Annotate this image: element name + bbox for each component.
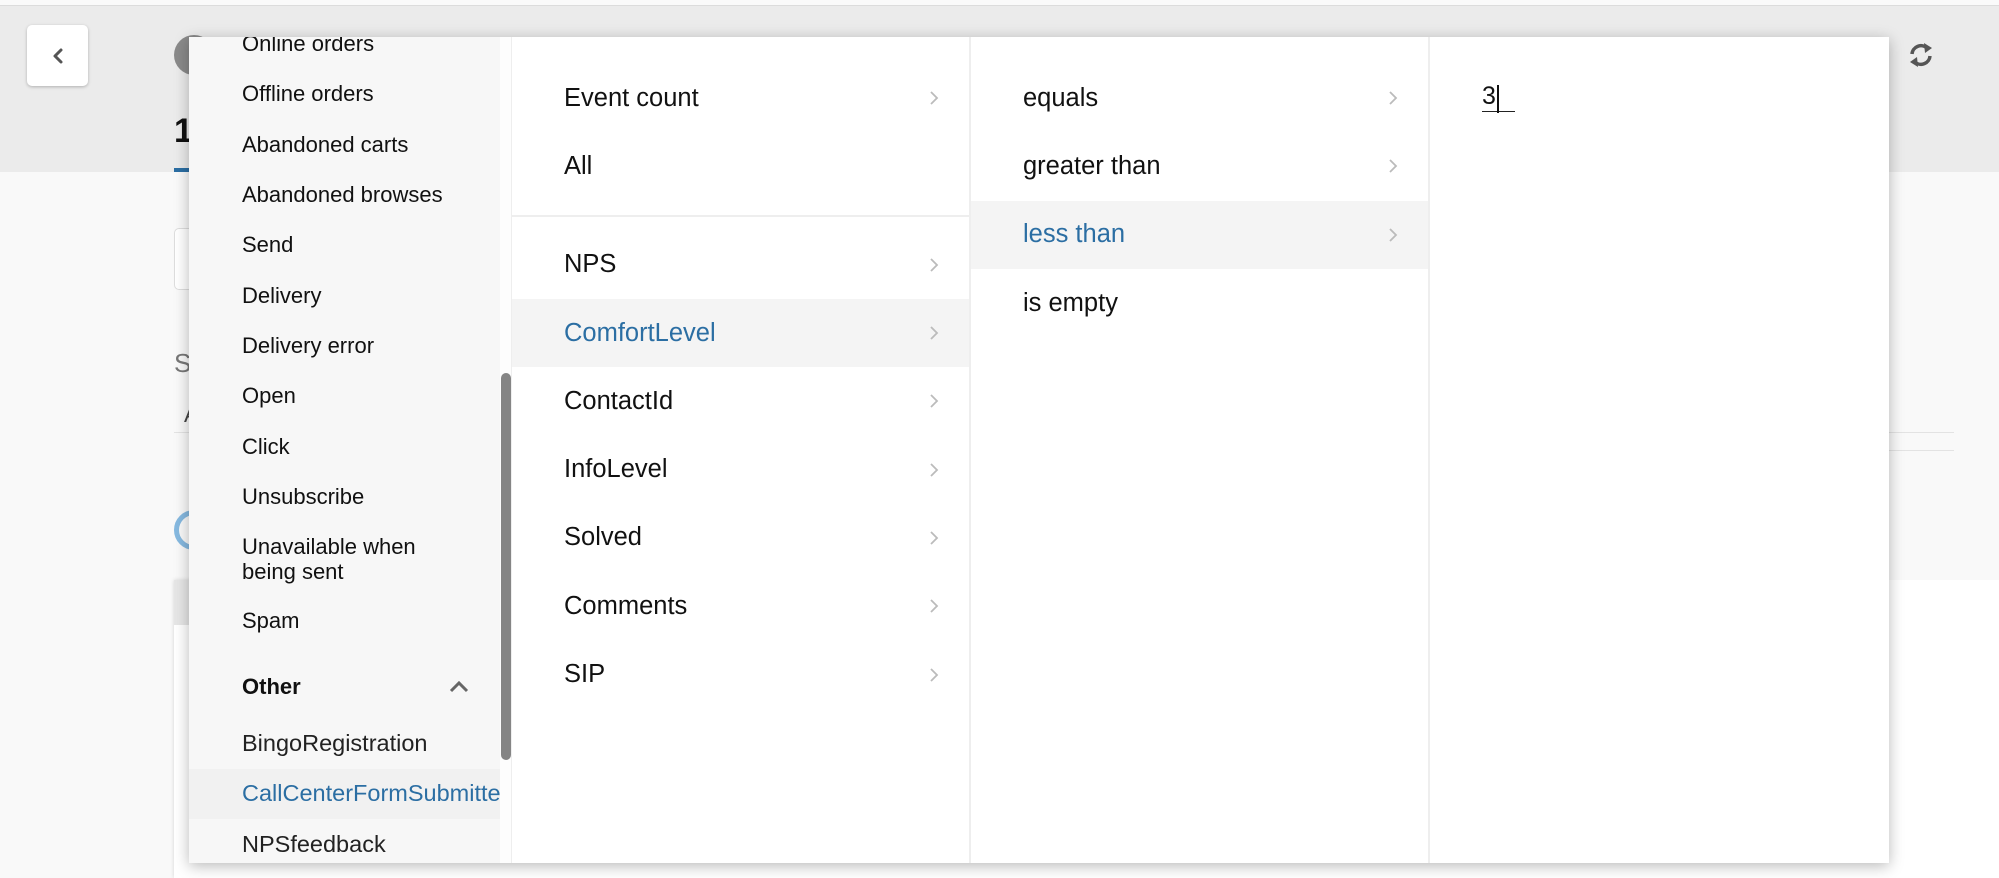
operator-label: is empty [1023,288,1118,317]
events-column: Online orders Offline orders Abandoned c… [189,37,500,863]
value-column [1430,37,1889,863]
chevron-right-icon [930,599,939,613]
events-scrollbar[interactable] [500,37,512,863]
operator-label: equals [1023,83,1099,112]
event-item[interactable]: Abandoned browses [189,170,500,220]
field-item[interactable]: ContactId [512,367,969,435]
event-item[interactable]: Abandoned carts [189,120,500,170]
field-label: NPS [564,250,617,279]
event-item[interactable]: Unavailable when being sent [189,522,500,596]
custom-event-item[interactable]: NPSfeedback [189,819,500,863]
field-item[interactable]: NPS [512,231,969,299]
event-group-label: Other [242,674,301,700]
field-item[interactable]: Comments [512,572,969,640]
condition-value-input[interactable] [1482,80,1515,112]
refresh-icon[interactable] [1907,41,1935,69]
field-item-selected[interactable]: ComfortLevel [512,298,969,368]
event-item[interactable]: Online orders [189,37,500,69]
fields-divider [512,214,969,217]
chevron-up-icon[interactable] [448,680,470,694]
event-item[interactable]: Delivery [189,270,500,320]
back-button[interactable] [27,25,88,86]
operator-label: greater than [1023,151,1161,180]
field-label: ContactId [564,386,674,415]
event-item[interactable]: Delivery error [189,321,500,371]
field-label: SIP [564,660,606,689]
operator-label: less than [1023,220,1126,249]
chevron-right-icon [930,91,939,105]
operator-item[interactable]: greater than [971,132,1428,200]
condition-picker-dropdown: Online orders Offline orders Abandoned c… [189,37,1889,863]
text-caret [1497,85,1499,113]
operators-column: equals greater than less than is empty [971,37,1430,863]
chevron-right-icon [1389,228,1398,242]
event-item[interactable]: Send [189,220,500,270]
fields-column: Event count All NPS ComfortLevel Contact… [512,37,971,863]
field-label: All [564,151,593,180]
chevron-right-icon [1389,91,1398,105]
custom-event-item-selected[interactable]: CallCenterFormSubmitted [189,768,500,819]
custom-event-item[interactable]: BingoRegistration [189,718,500,768]
field-item-event-count[interactable]: Event count [512,64,969,132]
chevron-right-icon [1389,159,1398,174]
operator-item[interactable]: is empty [971,269,1428,337]
chevron-right-icon [930,462,939,477]
operator-item-selected[interactable]: less than [971,200,1428,269]
chevron-right-icon [930,394,939,408]
field-item-all[interactable]: All [512,132,969,200]
chevron-right-icon [930,667,939,682]
event-item[interactable]: Spam [189,596,500,646]
event-item[interactable]: Click [189,421,500,471]
field-item[interactable]: Solved [512,504,969,572]
field-label: Comments [564,591,688,620]
event-item[interactable]: Offline orders [189,69,500,119]
field-item[interactable]: InfoLevel [512,435,969,503]
operator-item[interactable]: equals [971,64,1428,132]
chevron-right-icon [930,258,939,272]
chevron-right-icon [930,531,939,545]
field-label: Event count [564,83,699,112]
chevron-right-icon [930,326,939,340]
scrollbar-thumb[interactable] [501,373,511,760]
section-divider-right [1889,450,1954,451]
event-item[interactable]: Unsubscribe [189,472,500,522]
chevron-left-icon [53,48,62,63]
field-label: InfoLevel [564,455,668,484]
field-label: Solved [564,523,642,552]
field-label: ComfortLevel [564,318,716,347]
field-item[interactable]: SIP [512,640,969,708]
event-group-other[interactable]: Other [189,656,500,718]
event-item[interactable]: Open [189,371,500,421]
